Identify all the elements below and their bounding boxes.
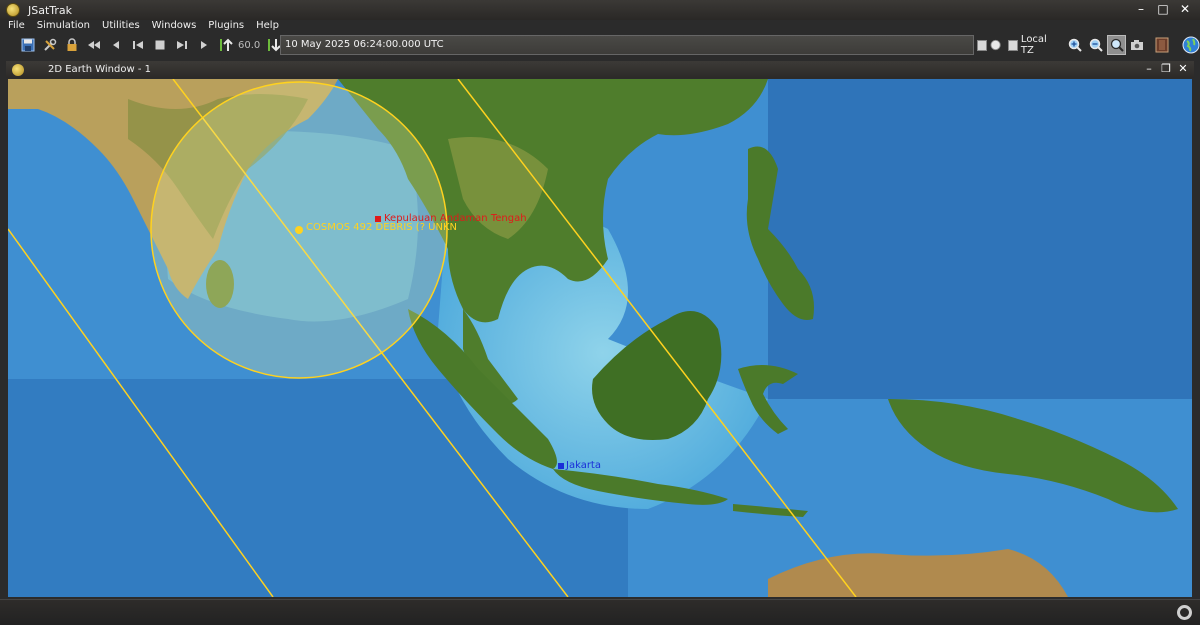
minimize-button[interactable]: – — [1132, 2, 1150, 17]
step-forward-icon — [177, 41, 187, 49]
satellite-marker[interactable] — [295, 226, 303, 234]
lock-icon — [67, 38, 77, 51]
step-increase-button[interactable] — [216, 35, 236, 55]
camera-icon — [1131, 40, 1144, 50]
tools-icon — [44, 38, 57, 51]
earth-map[interactable]: COSMOS 492 DEBRIS (? UNKN Kepulauan Anda… — [8, 79, 1192, 597]
save-icon — [21, 38, 35, 52]
menu-plugins[interactable]: Plugins — [202, 20, 250, 32]
local-tz-label: Local TZ — [1020, 34, 1047, 56]
earth-window-minimize-button[interactable]: – — [1142, 62, 1156, 76]
simulation-time-field[interactable]: 10 May 2025 06:24:00.000 UTC — [280, 35, 974, 55]
earth-window-header: 2D Earth Window - 1 – ❐ ✕ — [6, 61, 1194, 78]
earth-window-icon — [12, 63, 24, 76]
zoom-out-icon — [1089, 38, 1103, 52]
toolbar: 60.0 10 May 2025 06:24:00.000 UTC Local … — [0, 33, 1200, 57]
earth-map-canvas[interactable] — [8, 79, 1192, 597]
globe-button[interactable] — [1181, 35, 1200, 55]
step-back-icon — [113, 41, 119, 49]
realtime-clock-icon — [990, 39, 1002, 51]
reset-icon — [133, 41, 143, 49]
earth-window-restore-button[interactable]: ❐ — [1159, 62, 1173, 76]
play-button[interactable] — [194, 35, 214, 55]
fast-rewind-button[interactable] — [84, 35, 104, 55]
menu-file[interactable]: File — [2, 20, 31, 32]
menu-help[interactable]: Help — [250, 20, 285, 32]
fast-rewind-icon — [88, 41, 100, 49]
save-button[interactable] — [18, 35, 38, 55]
app-satellite-icon — [6, 3, 20, 17]
close-button[interactable]: ✕ — [1176, 2, 1194, 17]
ground-station-2-marker[interactable] — [558, 463, 564, 469]
zoom-box-button[interactable] — [1107, 35, 1127, 55]
stop-icon — [155, 40, 165, 50]
title-bar: JSatTrak – □ ✕ — [0, 0, 1200, 20]
book-button[interactable] — [1153, 35, 1172, 55]
step-forward-button[interactable] — [172, 35, 192, 55]
window-title: JSatTrak — [28, 3, 73, 17]
step-increase-icon — [220, 38, 233, 51]
earth-window-controls: – ❐ ✕ — [1142, 62, 1190, 76]
earth-window-title: 2D Earth Window - 1 — [48, 64, 151, 75]
realtime-checkbox[interactable] — [977, 39, 988, 51]
ground-station-2-label: Jakarta — [566, 460, 601, 471]
window-controls: – □ ✕ — [1132, 2, 1194, 17]
lock-button[interactable] — [62, 35, 82, 55]
menu-bar: File Simulation Utilities Windows Plugin… — [0, 20, 1200, 32]
globe-icon — [1182, 36, 1200, 54]
ground-station-1-label: Kepulauan Andaman Tengah — [384, 213, 527, 224]
menu-utilities[interactable]: Utilities — [96, 20, 146, 32]
step-back-button[interactable] — [106, 35, 126, 55]
menu-windows[interactable]: Windows — [146, 20, 203, 32]
toolbar-right-group: Local TZ — [977, 34, 1200, 56]
time-step-value: 60.0 — [238, 39, 261, 51]
play-icon — [201, 41, 207, 49]
menu-simulation[interactable]: Simulation — [31, 20, 96, 32]
zoom-in-button[interactable] — [1066, 35, 1085, 55]
reset-button[interactable] — [128, 35, 148, 55]
camera-button[interactable] — [1128, 35, 1147, 55]
zoom-in-icon — [1069, 38, 1083, 52]
pacific-ocean-deep — [768, 79, 1192, 399]
local-tz-checkbox[interactable] — [1007, 39, 1018, 51]
status-ring-icon — [1177, 605, 1192, 620]
maximize-button[interactable]: □ — [1154, 2, 1172, 17]
book-icon — [1155, 37, 1169, 53]
tools-button[interactable] — [40, 35, 60, 55]
zoom-out-button[interactable] — [1087, 35, 1106, 55]
earth-window-close-button[interactable]: ✕ — [1176, 62, 1190, 76]
status-bar — [0, 599, 1200, 625]
stop-button[interactable] — [150, 35, 170, 55]
zoom-box-icon — [1110, 38, 1124, 52]
